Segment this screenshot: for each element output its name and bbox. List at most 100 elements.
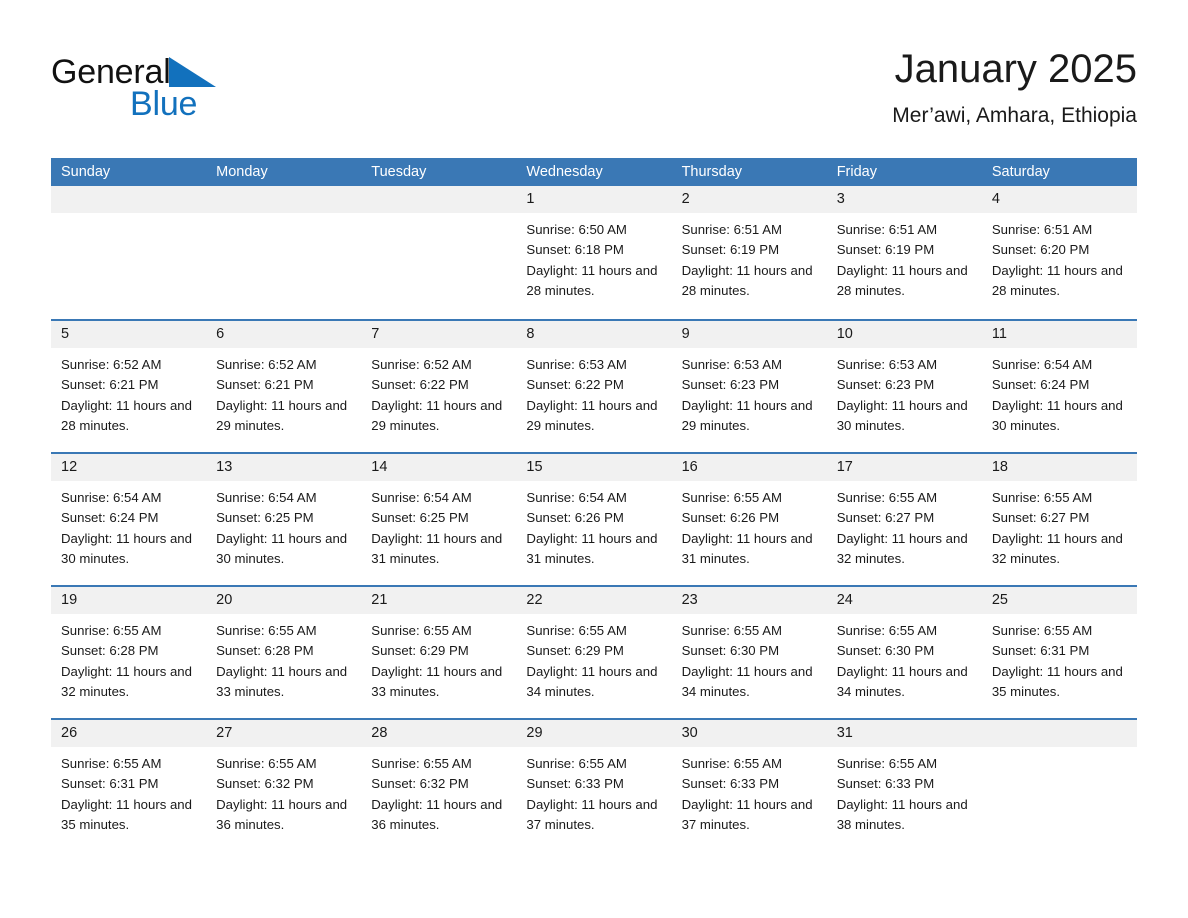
day-cell	[981, 720, 1137, 851]
day-header: 21	[361, 587, 517, 614]
day-cell[interactable]: 15 Sunrise: 6:54 AM Sunset: 6:26 PM Dayl…	[516, 454, 672, 585]
day-cell[interactable]: 1 Sunrise: 6:50 AM Sunset: 6:18 PM Dayli…	[516, 186, 672, 319]
day-details: Sunrise: 6:55 AM Sunset: 6:32 PM Dayligh…	[206, 747, 361, 835]
day-cell[interactable]: 31 Sunrise: 6:55 AM Sunset: 6:33 PM Dayl…	[826, 720, 982, 851]
day-header	[361, 186, 517, 213]
day-cell[interactable]: 9 Sunrise: 6:53 AM Sunset: 6:23 PM Dayli…	[671, 321, 827, 452]
week-row: 12 Sunrise: 6:54 AM Sunset: 6:24 PM Dayl…	[51, 452, 1137, 585]
day-cell[interactable]: 21 Sunrise: 6:55 AM Sunset: 6:29 PM Dayl…	[361, 587, 517, 718]
sunset-text: Sunset: 6:32 PM	[216, 776, 314, 792]
day-cell[interactable]: 22 Sunrise: 6:55 AM Sunset: 6:29 PM Dayl…	[516, 587, 672, 718]
sunrise-text: Sunrise: 6:51 AM	[991, 222, 1093, 237]
day-cell[interactable]: 12 Sunrise: 6:54 AM Sunset: 6:24 PM Dayl…	[51, 454, 207, 585]
daylight-text: Daylight: 11 hours and 37 minutes.	[526, 796, 658, 832]
daylight-text: Daylight: 11 hours and 33 minutes.	[371, 663, 503, 699]
day-cell[interactable]: 20 Sunrise: 6:55 AM Sunset: 6:28 PM Dayl…	[206, 587, 362, 718]
day-cell[interactable]: 29 Sunrise: 6:55 AM Sunset: 6:33 PM Dayl…	[516, 720, 672, 851]
day-details: Sunrise: 6:55 AM Sunset: 6:28 PM Dayligh…	[206, 614, 361, 702]
day-cell[interactable]: 27 Sunrise: 6:55 AM Sunset: 6:32 PM Dayl…	[206, 720, 362, 851]
page-subtitle: Mer’awi, Amhara, Ethiopia	[892, 104, 1137, 127]
day-header	[51, 186, 207, 213]
day-cell[interactable]: 25 Sunrise: 6:55 AM Sunset: 6:31 PM Dayl…	[981, 587, 1137, 718]
day-cell[interactable]: 11 Sunrise: 6:54 AM Sunset: 6:24 PM Dayl…	[981, 321, 1137, 452]
sunset-text: Sunset: 6:29 PM	[371, 643, 469, 659]
day-cell[interactable]: 6 Sunrise: 6:52 AM Sunset: 6:21 PM Dayli…	[206, 321, 362, 452]
daylight-text: Daylight: 11 hours and 31 minutes.	[526, 530, 658, 566]
day-number: 31	[836, 725, 853, 741]
brand-name-blue: Blue	[130, 85, 198, 123]
brand-logo[interactable]: General Blue	[51, 52, 351, 132]
day-details: Sunrise: 6:53 AM Sunset: 6:23 PM Dayligh…	[672, 348, 827, 436]
day-cell[interactable]: 13 Sunrise: 6:54 AM Sunset: 6:25 PM Dayl…	[206, 454, 362, 585]
day-details: Sunrise: 6:55 AM Sunset: 6:26 PM Dayligh…	[672, 481, 827, 569]
day-cell[interactable]: 5 Sunrise: 6:52 AM Sunset: 6:21 PM Dayli…	[51, 321, 207, 452]
day-cell[interactable]: 3 Sunrise: 6:51 AM Sunset: 6:19 PM Dayli…	[826, 186, 982, 319]
day-cell[interactable]: 19 Sunrise: 6:55 AM Sunset: 6:28 PM Dayl…	[51, 587, 207, 718]
day-details: Sunrise: 6:52 AM Sunset: 6:22 PM Dayligh…	[361, 348, 516, 436]
sunset-text: Sunset: 6:28 PM	[216, 643, 314, 659]
daylight-text: Daylight: 11 hours and 29 minutes.	[681, 397, 813, 433]
day-header: 6	[206, 321, 362, 348]
day-details: Sunrise: 6:55 AM Sunset: 6:30 PM Dayligh…	[672, 614, 827, 702]
day-cell[interactable]: 4 Sunrise: 6:51 AM Sunset: 6:20 PM Dayli…	[981, 186, 1137, 319]
daylight-text: Daylight: 11 hours and 33 minutes.	[216, 663, 348, 699]
day-details: Sunrise: 6:55 AM Sunset: 6:31 PM Dayligh…	[51, 747, 206, 835]
sunset-text: Sunset: 6:27 PM	[991, 510, 1090, 526]
sunset-text: Sunset: 6:21 PM	[61, 377, 159, 393]
day-details: Sunrise: 6:54 AM Sunset: 6:25 PM Dayligh…	[361, 481, 516, 569]
sunrise-text: Sunrise: 6:55 AM	[836, 490, 938, 505]
day-number: 26	[61, 725, 78, 741]
day-cell[interactable]: 26 Sunrise: 6:55 AM Sunset: 6:31 PM Dayl…	[51, 720, 207, 851]
weekday-friday: Friday	[836, 164, 877, 180]
day-cell[interactable]: 14 Sunrise: 6:54 AM Sunset: 6:25 PM Dayl…	[361, 454, 517, 585]
sunset-text: Sunset: 6:33 PM	[681, 776, 780, 792]
day-details: Sunrise: 6:55 AM Sunset: 6:29 PM Dayligh…	[361, 614, 516, 702]
sunset-text: Sunset: 6:19 PM	[681, 242, 780, 258]
day-header: 7	[361, 321, 517, 348]
sunset-text: Sunset: 6:21 PM	[216, 377, 314, 393]
day-details: Sunrise: 6:55 AM Sunset: 6:33 PM Dayligh…	[516, 747, 671, 835]
sunrise-text: Sunrise: 6:55 AM	[371, 756, 472, 771]
day-cell[interactable]: 24 Sunrise: 6:55 AM Sunset: 6:30 PM Dayl…	[826, 587, 982, 718]
day-number: 27	[216, 725, 233, 741]
daylight-text: Daylight: 11 hours and 34 minutes.	[836, 663, 968, 699]
day-header: 29	[516, 720, 672, 747]
day-number: 15	[526, 459, 543, 475]
sunset-text: Sunset: 6:26 PM	[681, 510, 780, 526]
sunrise-text: Sunrise: 6:55 AM	[681, 623, 782, 638]
day-number: 6	[216, 326, 225, 342]
day-header: 1	[516, 186, 672, 213]
sunrise-text: Sunrise: 6:51 AM	[681, 222, 782, 237]
day-cell[interactable]: 28 Sunrise: 6:55 AM Sunset: 6:32 PM Dayl…	[361, 720, 517, 851]
daylight-text: Daylight: 11 hours and 28 minutes.	[526, 262, 658, 298]
day-cell[interactable]: 18 Sunrise: 6:55 AM Sunset: 6:27 PM Dayl…	[981, 454, 1137, 585]
day-number: 25	[991, 592, 1008, 608]
day-details: Sunrise: 6:55 AM Sunset: 6:28 PM Dayligh…	[51, 614, 206, 702]
day-details: Sunrise: 6:53 AM Sunset: 6:22 PM Dayligh…	[516, 348, 671, 436]
day-details: Sunrise: 6:55 AM Sunset: 6:32 PM Dayligh…	[361, 747, 516, 835]
day-header: 24	[826, 587, 982, 614]
weekday-thursday: Thursday	[681, 164, 743, 180]
day-cell[interactable]: 10 Sunrise: 6:53 AM Sunset: 6:23 PM Dayl…	[826, 321, 982, 452]
day-cell[interactable]: 7 Sunrise: 6:52 AM Sunset: 6:22 PM Dayli…	[361, 321, 517, 452]
sunrise-text: Sunrise: 6:52 AM	[61, 357, 162, 372]
day-details: Sunrise: 6:51 AM Sunset: 6:19 PM Dayligh…	[672, 213, 827, 301]
day-cell[interactable]: 17 Sunrise: 6:55 AM Sunset: 6:27 PM Dayl…	[826, 454, 982, 585]
brand-triangle-icon	[168, 57, 216, 87]
day-cell[interactable]: 2 Sunrise: 6:51 AM Sunset: 6:19 PM Dayli…	[671, 186, 827, 319]
day-header: 18	[981, 454, 1137, 481]
day-details	[982, 747, 1137, 754]
sunrise-text: Sunrise: 6:53 AM	[681, 357, 782, 372]
day-cell[interactable]: 30 Sunrise: 6:55 AM Sunset: 6:33 PM Dayl…	[671, 720, 827, 851]
daylight-text: Daylight: 11 hours and 35 minutes.	[61, 796, 192, 832]
day-cell[interactable]: 23 Sunrise: 6:55 AM Sunset: 6:30 PM Dayl…	[671, 587, 827, 718]
day-number: 22	[526, 592, 543, 608]
week-row: 26 Sunrise: 6:55 AM Sunset: 6:31 PM Dayl…	[51, 718, 1137, 851]
day-cell[interactable]: 16 Sunrise: 6:55 AM Sunset: 6:26 PM Dayl…	[671, 454, 827, 585]
sunset-text: Sunset: 6:33 PM	[526, 776, 624, 792]
sunset-text: Sunset: 6:31 PM	[61, 776, 159, 792]
sunset-text: Sunset: 6:30 PM	[836, 643, 935, 659]
sunset-text: Sunset: 6:24 PM	[991, 377, 1090, 393]
day-header: 23	[671, 587, 827, 614]
day-cell[interactable]: 8 Sunrise: 6:53 AM Sunset: 6:22 PM Dayli…	[516, 321, 672, 452]
